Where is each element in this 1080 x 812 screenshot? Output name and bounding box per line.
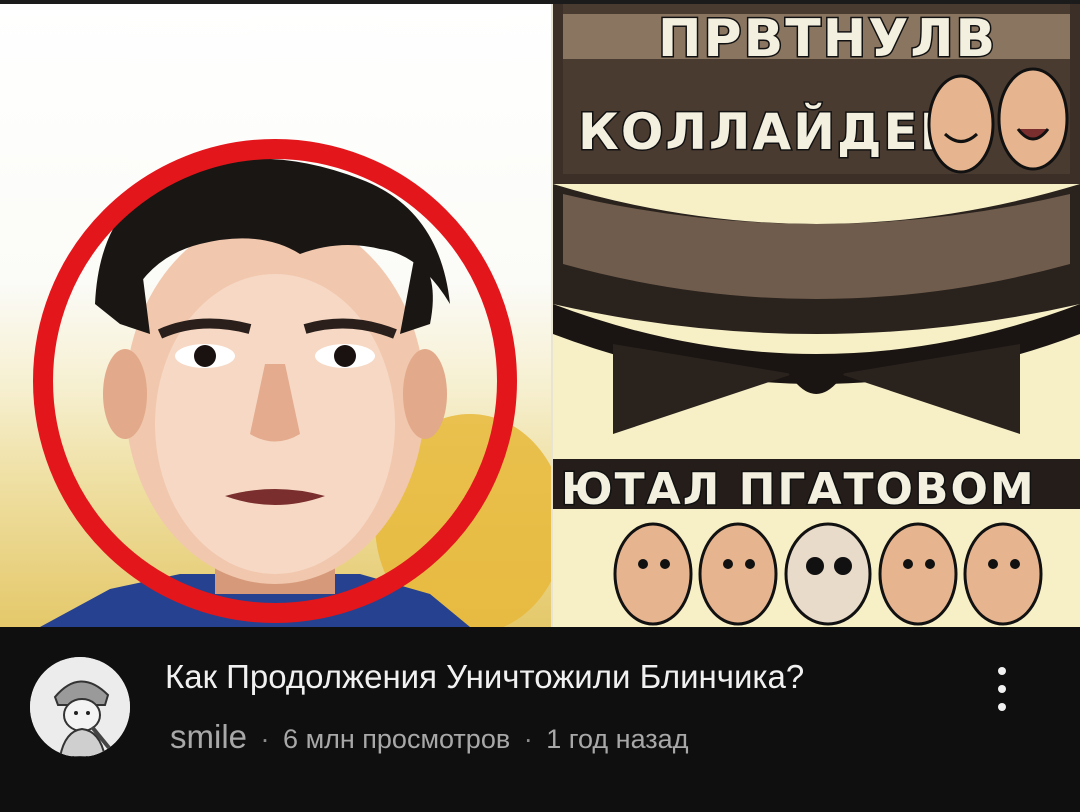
- video-feed-item: ПРВТНУЛВ КОЛЛАЙДЕР ЮТАЛ ПГАТОВОМ Как Про…: [0, 0, 1080, 812]
- thumbnail-left-panel: [0, 4, 552, 627]
- meta-separator: ·: [523, 724, 533, 754]
- view-count: 6 млн просмотров: [283, 724, 511, 754]
- upload-age: 1 год назад: [546, 724, 689, 754]
- overlay-text-line-1: ПРВТНУЛВ: [658, 9, 997, 69]
- video-thumbnail[interactable]: ПРВТНУЛВ КОЛЛАЙДЕР ЮТАЛ ПГАТОВОМ: [0, 4, 1080, 627]
- video-metadata: smile · 6 млн просмотров · 1 год назад: [170, 717, 688, 759]
- overlay-text-line-3: ЮТАЛ ПГАТОВОМ: [561, 464, 1036, 515]
- more-options-button[interactable]: [985, 661, 1019, 717]
- avatar-illustration: [30, 657, 130, 757]
- thumbnail-right-panel: ПРВТНУЛВ КОЛЛАЙДЕР ЮТАЛ ПГАТОВОМ: [553, 4, 1080, 627]
- meme-collage-illustration: ПРВТНУЛВ КОЛЛАЙДЕР ЮТАЛ ПГАТОВОМ: [553, 4, 1080, 626]
- channel-name[interactable]: smile: [170, 718, 247, 755]
- channel-avatar[interactable]: [30, 657, 130, 757]
- meta-separator: ·: [260, 724, 270, 754]
- overlay-text-line-2: КОЛЛАЙДЕР: [578, 102, 958, 161]
- video-title[interactable]: Как Продолжения Уничтожили Блинчика?: [165, 655, 985, 699]
- portrait-illustration: [33, 139, 552, 627]
- video-details: Как Продолжения Уничтожили Блинчика? smi…: [0, 627, 1080, 812]
